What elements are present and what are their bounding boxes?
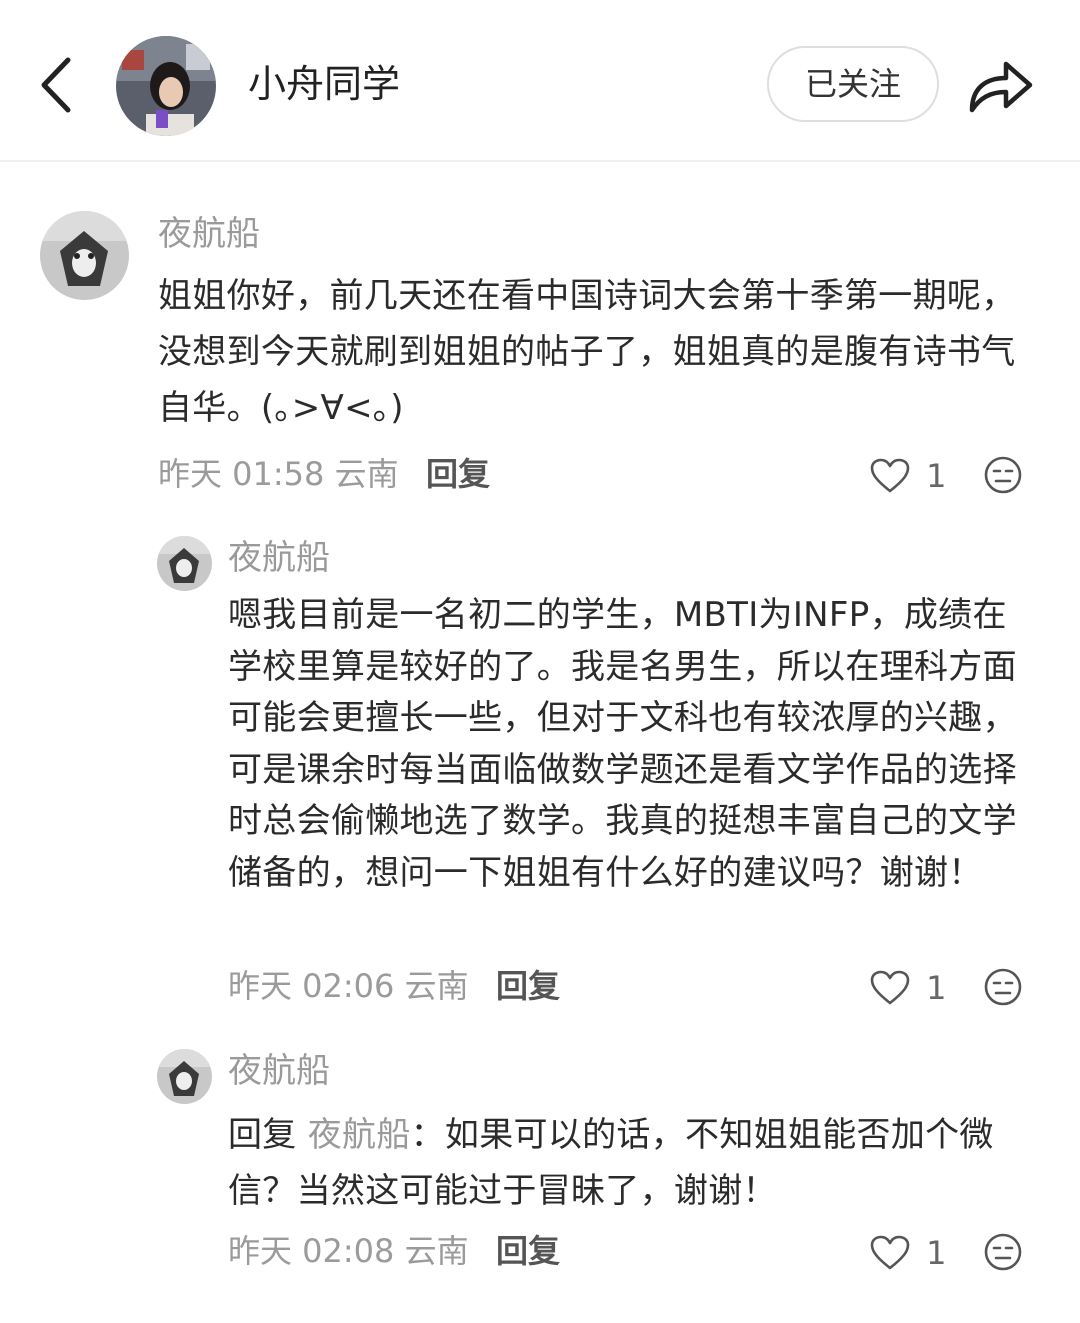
comment-text: 回复 夜航船：如果可以的话，不知姐姐能否加个微信？当然这可能过于冒昧了，谢谢！ <box>228 1107 1038 1219</box>
commenter-name[interactable]: 夜航船 <box>228 1049 330 1093</box>
comment-meta: 昨天 02:08 云南 <box>228 1229 469 1273</box>
reply-button[interactable]: 回复 <box>496 964 560 1008</box>
emoji-face-icon <box>984 1233 1022 1271</box>
share-button[interactable] <box>964 48 1038 122</box>
like-button[interactable]: 1 <box>870 1229 947 1273</box>
like-button[interactable]: 1 <box>870 452 947 496</box>
comment-time: 昨天 01:58 <box>158 455 325 493</box>
comment-text: 姐姐你好，前几天还在看中国诗词大会第十季第一期呢，没想到今天就刷到姐姐的帖子了，… <box>158 276 1016 428</box>
back-button[interactable] <box>30 50 86 120</box>
reply-target-name[interactable]: 夜航船 <box>308 1115 411 1155</box>
comment-location: 云南 <box>404 967 469 1005</box>
commenter-avatar[interactable] <box>157 536 212 591</box>
comment-text: 嗯我目前是一名初二的学生，MBTI为INFP，成绩在学校里算是较好的了。我是名男… <box>228 595 1017 893</box>
emoji-face-icon <box>984 456 1022 494</box>
comment-location: 云南 <box>404 1232 469 1270</box>
commenter-name[interactable]: 夜航船 <box>158 212 260 256</box>
author-name[interactable]: 小舟同学 <box>248 56 400 112</box>
author-avatar-image <box>116 36 216 136</box>
reply-prefix: 回复 <box>228 1115 297 1155</box>
like-count: 1 <box>926 1234 947 1272</box>
commenter-avatar[interactable] <box>157 1049 212 1104</box>
reaction-button[interactable] <box>983 967 1023 1007</box>
commenter-avatar-image <box>40 211 129 300</box>
comment-meta: 昨天 02:06 云南 <box>228 964 469 1008</box>
emoji-face-icon <box>984 968 1022 1006</box>
comment-location: 云南 <box>334 455 399 493</box>
heart-icon <box>870 1235 910 1270</box>
reaction-button[interactable] <box>983 455 1023 495</box>
reply-button[interactable]: 回复 <box>496 1229 560 1273</box>
commenter-avatar[interactable] <box>40 211 129 300</box>
like-count: 1 <box>926 969 947 1007</box>
commenter-avatar-image <box>157 536 212 591</box>
author-avatar[interactable] <box>116 36 216 136</box>
comment-meta: 昨天 01:58 云南 <box>158 452 399 496</box>
comment-time: 昨天 02:08 <box>228 1232 395 1270</box>
share-arrow-icon <box>969 61 1033 113</box>
like-button[interactable]: 1 <box>870 964 947 1008</box>
reaction-button[interactable] <box>983 1232 1023 1272</box>
comment-time: 昨天 02:06 <box>228 967 395 1005</box>
chevron-left-icon <box>41 57 71 113</box>
reply-button[interactable]: 回复 <box>426 452 490 496</box>
commenter-name[interactable]: 夜航船 <box>228 536 330 580</box>
heart-icon <box>870 970 910 1005</box>
following-button[interactable]: 已关注 <box>767 46 939 122</box>
heart-icon <box>870 458 910 493</box>
commenter-avatar-image <box>157 1049 212 1104</box>
like-count: 1 <box>926 457 947 495</box>
top-bar: 小舟同学 已关注 <box>0 0 1080 162</box>
